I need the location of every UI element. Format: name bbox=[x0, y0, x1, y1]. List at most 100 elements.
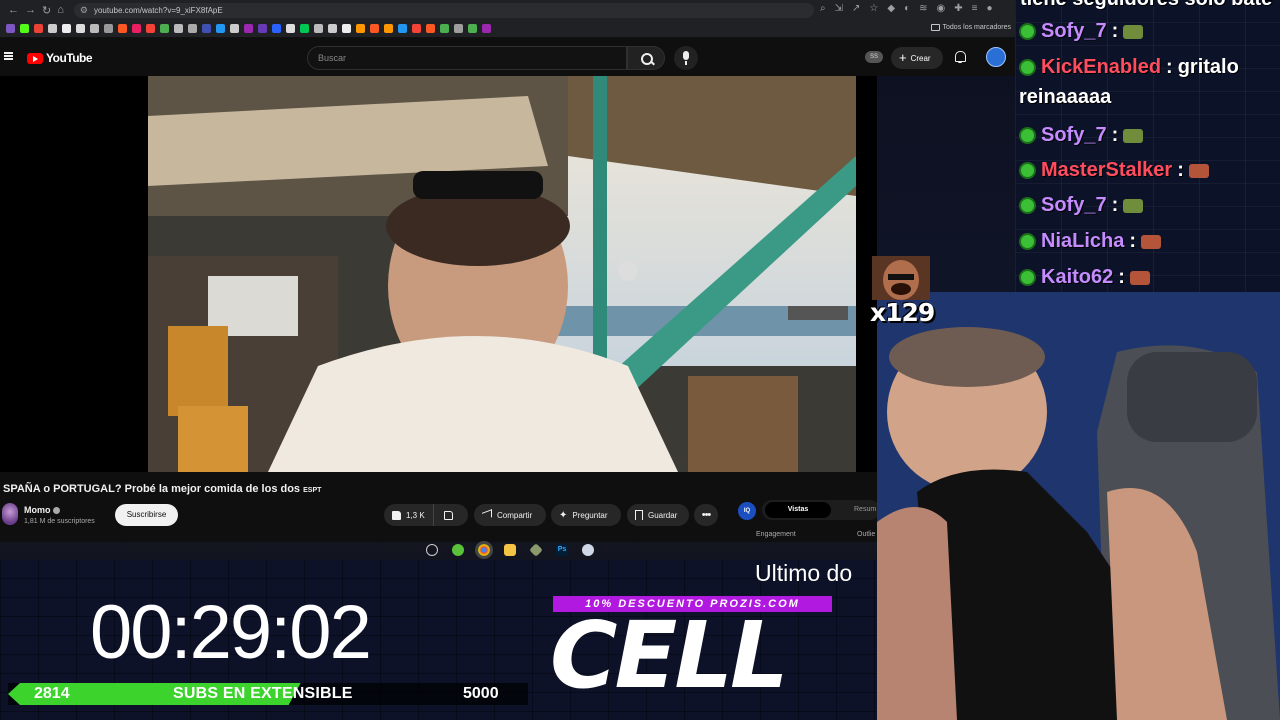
chat-username[interactable]: Sofy_7 bbox=[1041, 194, 1107, 217]
bookmark-icon bbox=[635, 510, 643, 520]
bookmark-icon[interactable] bbox=[412, 24, 421, 33]
dislike-button[interactable] bbox=[444, 510, 453, 520]
bookmark-icon[interactable] bbox=[314, 24, 323, 33]
ask-button[interactable]: ✦ Preguntar bbox=[551, 504, 621, 526]
app-icon[interactable] bbox=[582, 544, 594, 556]
bookmark-icon[interactable] bbox=[202, 24, 211, 33]
forward-icon[interactable]: → bbox=[25, 4, 36, 17]
bookmark-icon[interactable] bbox=[482, 24, 491, 33]
bookmark-icon[interactable] bbox=[286, 24, 295, 33]
address-bar[interactable]: ⚙ youtube.com/watch?v=9_xiFX8fApE bbox=[73, 2, 814, 18]
chrome-icon[interactable] bbox=[478, 544, 490, 556]
bookmark-icon[interactable] bbox=[174, 24, 183, 33]
bookmark-icon[interactable] bbox=[272, 24, 281, 33]
extension-icon[interactable]: ◉ bbox=[937, 3, 946, 14]
save-button[interactable]: Guardar bbox=[627, 504, 689, 526]
bookmark-icon[interactable] bbox=[160, 24, 169, 33]
notifications-bell-icon[interactable] bbox=[954, 51, 966, 63]
bookmark-icon[interactable] bbox=[146, 24, 155, 33]
bookmark-icon[interactable] bbox=[300, 24, 309, 33]
reading-list-icon[interactable]: ≡ bbox=[972, 3, 978, 14]
all-bookmarks-folder[interactable]: Todos los marcadores bbox=[930, 24, 1011, 31]
extension-icon[interactable]: ◐ bbox=[904, 3, 910, 14]
bookmark-icon[interactable] bbox=[76, 24, 85, 33]
share-page-icon[interactable]: ↗ bbox=[852, 3, 860, 14]
photoshop-icon[interactable]: Ps bbox=[556, 544, 568, 556]
like-button[interactable]: 1,3 K bbox=[384, 504, 434, 526]
bookmark-x-icon[interactable] bbox=[62, 24, 71, 33]
bookmark-icon[interactable] bbox=[104, 24, 113, 33]
app-icon[interactable] bbox=[529, 543, 543, 557]
bookmark-icon[interactable] bbox=[426, 24, 435, 33]
search-button[interactable] bbox=[627, 46, 665, 70]
bookmark-icon[interactable] bbox=[216, 24, 225, 33]
home-icon[interactable]: ⌂ bbox=[57, 4, 64, 17]
voice-search-icon[interactable] bbox=[674, 46, 698, 70]
bookmark-icon[interactable] bbox=[230, 24, 239, 33]
face-emote-icon bbox=[1188, 163, 1209, 178]
bookmark-icon[interactable] bbox=[90, 24, 99, 33]
youtube-play-icon bbox=[27, 52, 43, 64]
bookmark-icon[interactable] bbox=[328, 24, 337, 33]
chat-username[interactable]: KickEnabled bbox=[1041, 56, 1161, 79]
chat-message: Sofy_7: bbox=[1019, 20, 1144, 43]
os-taskbar: Ps bbox=[0, 542, 877, 560]
bookmark-icon[interactable] bbox=[370, 24, 379, 33]
extension-icon[interactable]: ≋ bbox=[919, 3, 927, 14]
profile-icon[interactable]: ● bbox=[986, 3, 992, 14]
bookmark-star-icon[interactable]: ☆ bbox=[869, 3, 878, 14]
subscribe-button[interactable]: Suscribirse bbox=[115, 504, 178, 526]
back-icon[interactable]: ← bbox=[8, 4, 19, 17]
bookmark-icon[interactable] bbox=[440, 24, 449, 33]
search-input[interactable]: Buscar bbox=[307, 46, 627, 70]
youtube-logo[interactable]: YouTube bbox=[27, 51, 93, 65]
bookmark-icon[interactable] bbox=[258, 24, 267, 33]
ss-badge[interactable]: SS bbox=[865, 51, 883, 63]
create-button[interactable]: + Crear bbox=[891, 47, 943, 69]
chat-username[interactable]: Sofy_7 bbox=[1041, 124, 1107, 147]
menu-icon[interactable] bbox=[4, 52, 13, 60]
bookmark-icon[interactable] bbox=[398, 24, 407, 33]
whatsapp-icon[interactable] bbox=[452, 544, 464, 556]
site-info-icon[interactable]: ⚙ bbox=[80, 5, 88, 16]
reload-icon[interactable]: ↻ bbox=[42, 4, 51, 17]
bookmark-icon[interactable] bbox=[244, 24, 253, 33]
file-explorer-icon[interactable] bbox=[504, 544, 516, 556]
video-player[interactable] bbox=[148, 76, 856, 472]
chat-username[interactable]: Kaito62 bbox=[1041, 266, 1113, 289]
account-avatar[interactable] bbox=[986, 47, 1006, 67]
install-icon[interactable]: ⇲ bbox=[835, 3, 843, 14]
channel-avatar[interactable] bbox=[2, 503, 18, 525]
bookmark-kick-icon[interactable] bbox=[20, 24, 29, 33]
obs-icon[interactable] bbox=[426, 544, 438, 556]
bookmark-icon[interactable] bbox=[342, 24, 351, 33]
chat-username[interactable]: NiaLicha bbox=[1041, 230, 1124, 253]
bookmark-icon[interactable] bbox=[118, 24, 127, 33]
side-analytics-panel: IQ Vistas Resum Engagement Outlie bbox=[735, 498, 880, 538]
tab-vistas[interactable]: Vistas bbox=[765, 502, 831, 518]
browser-toolbar: ← → ↻ ⌂ ⚙ youtube.com/watch?v=9_xiFX8fAp… bbox=[0, 0, 1015, 20]
bookmark-icon[interactable] bbox=[384, 24, 393, 33]
bookmark-instagram-icon[interactable] bbox=[132, 24, 141, 33]
more-actions-button[interactable]: ••• bbox=[694, 504, 718, 526]
extension-icon[interactable]: ◆ bbox=[887, 3, 895, 14]
bookmark-icon[interactable] bbox=[188, 24, 197, 33]
stream-chat: tiene seguidores solo bate reinaaaaa Sof… bbox=[1015, 0, 1280, 292]
chat-username[interactable]: MasterStalker bbox=[1041, 159, 1172, 182]
zoom-icon[interactable]: ⌕ bbox=[820, 3, 826, 14]
bookmark-icon[interactable] bbox=[468, 24, 477, 33]
chat-username[interactable]: Sofy_7 bbox=[1041, 20, 1107, 43]
browser-nav: ← → ↻ ⌂ bbox=[0, 4, 64, 17]
bookmark-icon[interactable] bbox=[454, 24, 463, 33]
iq-icon[interactable]: IQ bbox=[738, 502, 756, 520]
bookmark-icon[interactable] bbox=[48, 24, 57, 33]
verified-icon bbox=[52, 507, 60, 515]
bookmark-icon[interactable] bbox=[6, 24, 15, 33]
share-button[interactable]: Compartir bbox=[474, 504, 546, 526]
chat-badge-icon bbox=[1019, 233, 1036, 250]
tab-resumen[interactable]: Resum bbox=[854, 502, 876, 518]
extensions-puzzle-icon[interactable]: ✚ bbox=[954, 3, 962, 14]
bookmark-gmail-icon[interactable] bbox=[34, 24, 43, 33]
channel-name[interactable]: Momo bbox=[24, 505, 60, 515]
bookmark-icon[interactable] bbox=[356, 24, 365, 33]
